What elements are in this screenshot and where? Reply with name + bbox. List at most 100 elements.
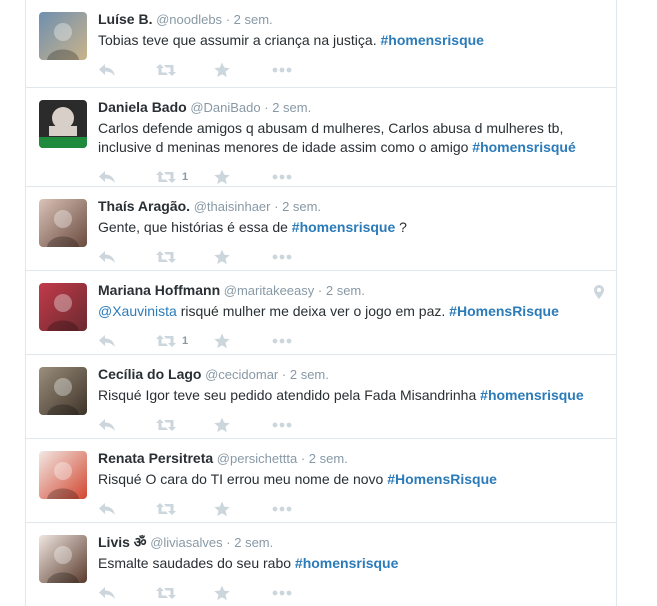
hashtag-link[interactable]: #homensrisque bbox=[480, 387, 583, 403]
tweet-text: Risqué Igor teve seu pedido atendido pel… bbox=[98, 386, 602, 405]
separator-dot: · bbox=[226, 535, 231, 550]
avatar[interactable] bbox=[39, 12, 87, 60]
tweet-timestamp[interactable]: 2 sem. bbox=[290, 367, 329, 382]
user-handle[interactable]: @cecidomar bbox=[205, 367, 278, 382]
retweet-button[interactable]: 1 bbox=[156, 170, 214, 184]
user-handle[interactable]: @liviasalves bbox=[150, 535, 222, 550]
tweet-header: Thaís Aragão. @thaisinhaer · 2 sem. bbox=[98, 197, 602, 216]
star-icon bbox=[214, 417, 230, 433]
tweet-item[interactable]: Luíse B. @noodlebs · 2 sem. Tobias teve q… bbox=[26, 0, 616, 88]
retweet-count: 1 bbox=[182, 335, 189, 347]
retweet-button[interactable] bbox=[156, 502, 214, 516]
user-fullname[interactable]: Mariana Hoffmann bbox=[98, 282, 220, 298]
star-icon bbox=[214, 585, 230, 601]
tweet-item[interactable]: Thaís Aragão. @thaisinhaer · 2 sem. Gente… bbox=[26, 187, 616, 271]
favorite-button[interactable] bbox=[214, 169, 272, 185]
tweet-text: Tobias teve que assumir a criança na jus… bbox=[98, 31, 602, 50]
tweet-timestamp[interactable]: 2 sem. bbox=[234, 12, 273, 27]
hashtag-link[interactable]: #homensrisque bbox=[380, 32, 483, 48]
favorite-button[interactable] bbox=[214, 417, 272, 433]
separator-dot: · bbox=[281, 367, 287, 382]
reply-button[interactable] bbox=[98, 502, 156, 516]
star-icon bbox=[214, 62, 230, 78]
reply-button[interactable] bbox=[98, 63, 156, 77]
favorite-button[interactable] bbox=[214, 585, 272, 601]
user-fullname[interactable]: Daniela Bado bbox=[98, 99, 187, 115]
tweet-text: @Xauvinista risqué mulher me deixa ver o… bbox=[98, 302, 602, 321]
tweet-item[interactable]: Daniela Bado @DaniBado · 2 sem. Carlos de… bbox=[26, 88, 616, 187]
hashtag-link[interactable]: #HomensRisque bbox=[387, 471, 497, 487]
tweet-timestamp[interactable]: 2 sem. bbox=[309, 451, 348, 466]
reply-icon bbox=[98, 586, 116, 600]
tweet-timestamp[interactable]: 2 sem. bbox=[326, 283, 365, 298]
more-button[interactable] bbox=[272, 174, 330, 180]
avatar[interactable] bbox=[39, 100, 87, 148]
tweet-actions: 1 bbox=[98, 168, 602, 186]
separator-dot: · bbox=[274, 199, 279, 214]
user-handle[interactable]: @thaisinhaer bbox=[194, 199, 271, 214]
reply-button[interactable] bbox=[98, 170, 156, 184]
user-fullname[interactable]: Luíse B. bbox=[98, 11, 152, 27]
retweet-icon bbox=[156, 502, 176, 516]
retweet-button[interactable] bbox=[156, 586, 214, 600]
more-button[interactable] bbox=[272, 422, 330, 428]
hashtag-link[interactable]: #homensrisque bbox=[292, 219, 395, 235]
tweet-timestamp[interactable]: 2 sem. bbox=[234, 535, 273, 550]
tweet-item[interactable]: Livis ॐ @liviasalves · 2 sem. Esmalte sau… bbox=[26, 523, 616, 606]
avatar[interactable] bbox=[39, 367, 87, 415]
reply-button[interactable] bbox=[98, 334, 156, 348]
user-handle[interactable]: @maritakeeasy bbox=[224, 283, 315, 298]
tweet-item[interactable]: Renata Persitreta @persichettta · 2 sem.… bbox=[26, 439, 616, 523]
reply-button[interactable] bbox=[98, 418, 156, 432]
retweet-button[interactable] bbox=[156, 250, 214, 264]
avatar[interactable] bbox=[39, 451, 87, 499]
hashtag-link[interactable]: #homensrisque bbox=[295, 555, 398, 571]
avatar[interactable] bbox=[39, 283, 87, 331]
more-dots-icon bbox=[272, 338, 292, 344]
favorite-button[interactable] bbox=[214, 249, 272, 265]
more-button[interactable] bbox=[272, 590, 330, 596]
retweet-button[interactable] bbox=[156, 63, 214, 77]
reply-button[interactable] bbox=[98, 250, 156, 264]
avatar[interactable] bbox=[39, 199, 87, 247]
tweet-text-segment: Risqué Igor teve seu pedido atendido pel… bbox=[98, 387, 481, 403]
user-handle[interactable]: @DaniBado bbox=[190, 100, 260, 115]
avatar[interactable] bbox=[39, 535, 87, 583]
hashtag-link[interactable]: #HomensRisque bbox=[449, 303, 559, 319]
user-fullname[interactable]: Livis ॐ bbox=[98, 534, 147, 550]
more-dots-icon bbox=[272, 174, 292, 180]
separator-dot: · bbox=[225, 12, 231, 27]
user-handle[interactable]: @persichettta bbox=[217, 451, 297, 466]
tweet-text-segment: Gente, que histórias é essa de bbox=[98, 219, 292, 235]
tweet-text-segment: Risqué O cara do TI errou meu nome de no… bbox=[98, 471, 388, 487]
retweet-icon bbox=[156, 586, 176, 600]
user-fullname[interactable]: Thaís Aragão. bbox=[98, 198, 190, 214]
more-button[interactable] bbox=[272, 67, 330, 73]
user-handle[interactable]: @noodlebs bbox=[156, 12, 222, 27]
tweet-item[interactable]: Mariana Hoffmann @maritakeeasy · 2 sem. @… bbox=[26, 271, 616, 355]
tweet-timestamp[interactable]: 2 sem. bbox=[282, 199, 321, 214]
retweet-button[interactable]: 1 bbox=[156, 334, 214, 348]
hashtag-link[interactable]: #homensrisqué bbox=[472, 139, 575, 155]
more-dots-icon bbox=[272, 67, 292, 73]
user-fullname[interactable]: Cecília do Lago bbox=[98, 366, 201, 382]
more-button[interactable] bbox=[272, 254, 330, 260]
star-icon bbox=[214, 333, 230, 349]
tweet-header: Mariana Hoffmann @maritakeeasy · 2 sem. bbox=[98, 281, 602, 300]
favorite-button[interactable] bbox=[214, 62, 272, 78]
mention-link[interactable]: @Xauvinista bbox=[98, 303, 177, 319]
reply-icon bbox=[98, 170, 116, 184]
more-dots-icon bbox=[272, 254, 292, 260]
tweet-header: Cecília do Lago @cecidomar · 2 sem. bbox=[98, 365, 602, 384]
favorite-button[interactable] bbox=[214, 333, 272, 349]
tweet-item[interactable]: Cecília do Lago @cecidomar · 2 sem. Risqu… bbox=[26, 355, 616, 439]
user-fullname[interactable]: Renata Persitreta bbox=[98, 450, 213, 466]
tweet-text-segment: Tobias teve que assumir a criança na jus… bbox=[98, 32, 381, 48]
more-button[interactable] bbox=[272, 338, 330, 344]
more-button[interactable] bbox=[272, 506, 330, 512]
tweet-timestamp[interactable]: 2 sem. bbox=[272, 100, 311, 115]
reply-button[interactable] bbox=[98, 586, 156, 600]
retweet-button[interactable] bbox=[156, 418, 214, 432]
star-icon bbox=[214, 249, 230, 265]
favorite-button[interactable] bbox=[214, 501, 272, 517]
